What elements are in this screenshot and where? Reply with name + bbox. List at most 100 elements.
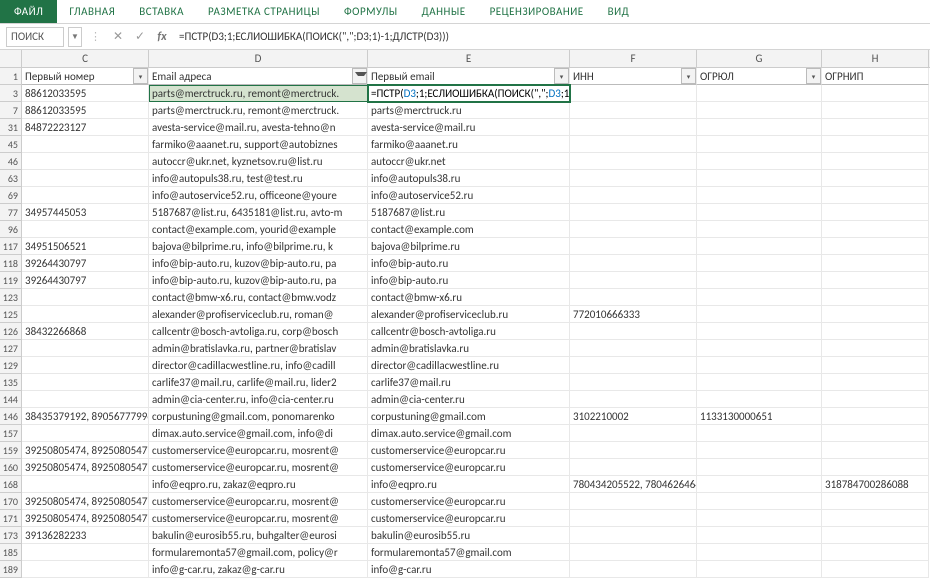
- col-header-H[interactable]: H: [822, 50, 929, 67]
- filter-icon[interactable]: ▾: [554, 68, 569, 84]
- row-header[interactable]: 160: [0, 459, 22, 476]
- cell[interactable]: 39250805474, 89250805477: [22, 459, 149, 476]
- cell[interactable]: [822, 85, 929, 102]
- formula-input[interactable]: [175, 27, 924, 47]
- row-header[interactable]: 129: [0, 357, 22, 374]
- row-header[interactable]: 159: [0, 442, 22, 459]
- cell[interactable]: info@bip-auto.ru, kuzov@bip-auto.ru, pa: [149, 255, 368, 272]
- cell[interactable]: [570, 357, 697, 374]
- cell[interactable]: 38435379192, 89056777996,: [22, 408, 149, 425]
- row-header[interactable]: 45: [0, 136, 22, 153]
- cell[interactable]: [697, 272, 822, 289]
- row-header[interactable]: 125: [0, 306, 22, 323]
- row-header[interactable]: 168: [0, 476, 22, 493]
- cell[interactable]: [570, 493, 697, 510]
- table-header-cell[interactable]: ОГРНИП: [822, 68, 929, 85]
- cell[interactable]: [570, 340, 697, 357]
- cell[interactable]: [822, 425, 929, 442]
- row-header[interactable]: 31: [0, 119, 22, 136]
- name-box-input[interactable]: [6, 27, 64, 47]
- cell[interactable]: [570, 272, 697, 289]
- ribbon-tab-page-layout[interactable]: РАЗМЕТКА СТРАНИЦЫ: [196, 5, 332, 18]
- cell[interactable]: 39250805474, 89250805477: [22, 442, 149, 459]
- cell[interactable]: [822, 374, 929, 391]
- cell[interactable]: 39250805474, 89250805477: [22, 493, 149, 510]
- cell[interactable]: director@cadillacwestline.ru: [368, 357, 570, 374]
- cell[interactable]: [570, 374, 697, 391]
- cell[interactable]: info@autopuls38.ru: [368, 170, 570, 187]
- cell[interactable]: 39264430797: [22, 255, 149, 272]
- cell[interactable]: [570, 425, 697, 442]
- ribbon-tab-home[interactable]: ГЛАВНАЯ: [57, 5, 127, 18]
- cell[interactable]: [697, 544, 822, 561]
- cell[interactable]: callcentr@bosch-avtoliga.ru, corp@bosch: [149, 323, 368, 340]
- cell[interactable]: [570, 85, 697, 102]
- cell[interactable]: alexander@profiserviceclub.ru: [368, 306, 570, 323]
- cell[interactable]: [697, 323, 822, 340]
- cell[interactable]: customerservice@europcar.ru: [368, 493, 570, 510]
- cell[interactable]: contact@example.com: [368, 221, 570, 238]
- cell[interactable]: 772010666333: [570, 306, 697, 323]
- fx-icon[interactable]: fx: [153, 28, 171, 46]
- row-header[interactable]: 173: [0, 527, 22, 544]
- ribbon-tab-insert[interactable]: ВСТАВКА: [127, 5, 196, 18]
- col-header-E[interactable]: E: [368, 50, 570, 67]
- row-header[interactable]: 69: [0, 187, 22, 204]
- cell[interactable]: [697, 102, 822, 119]
- cell[interactable]: farmiko@aaanet.ru: [368, 136, 570, 153]
- row-header[interactable]: 77: [0, 204, 22, 221]
- filter-icon[interactable]: ▾: [806, 68, 821, 84]
- cell[interactable]: [822, 170, 929, 187]
- row-header[interactable]: 3: [0, 85, 22, 102]
- cell[interactable]: [570, 170, 697, 187]
- cell[interactable]: [697, 493, 822, 510]
- cell[interactable]: admin@cia-center.ru, info@cia-center.ru: [149, 391, 368, 408]
- cell[interactable]: [697, 357, 822, 374]
- cell[interactable]: 5187687@list.ru: [368, 204, 570, 221]
- table-header-cell[interactable]: Первый email▾: [368, 68, 570, 85]
- cell[interactable]: customerservice@europcar.ru: [368, 459, 570, 476]
- cell[interactable]: avesta-service@mail.ru: [368, 119, 570, 136]
- cell[interactable]: customerservice@europcar.ru, mosrent@: [149, 459, 368, 476]
- cell[interactable]: [570, 187, 697, 204]
- ribbon-tab-view[interactable]: ВИД: [596, 5, 642, 18]
- cell[interactable]: info@autopuls38.ru, test@test.ru: [149, 170, 368, 187]
- cell[interactable]: formularemonta57@gmail.com: [368, 544, 570, 561]
- cell[interactable]: [822, 459, 929, 476]
- cell[interactable]: [22, 187, 149, 204]
- cell[interactable]: [22, 544, 149, 561]
- cell[interactable]: [697, 510, 822, 527]
- cell[interactable]: contact@bmw-x6.ru: [368, 289, 570, 306]
- cell[interactable]: [822, 204, 929, 221]
- cell[interactable]: bajova@bilprime.ru: [368, 238, 570, 255]
- cell[interactable]: 39264430797: [22, 272, 149, 289]
- cell[interactable]: 34951506521: [22, 238, 149, 255]
- cell[interactable]: callcentr@bosch-avtoliga.ru: [368, 323, 570, 340]
- cell[interactable]: [570, 289, 697, 306]
- ribbon-tab-data[interactable]: ДАННЫЕ: [410, 5, 478, 18]
- cell[interactable]: [697, 221, 822, 238]
- cell[interactable]: [697, 340, 822, 357]
- cell[interactable]: carlife37@mail.ru, carlife@mail.ru, lide…: [149, 374, 368, 391]
- cell[interactable]: [570, 323, 697, 340]
- cell[interactable]: [822, 255, 929, 272]
- cell[interactable]: [570, 255, 697, 272]
- row-header[interactable]: 1: [0, 68, 22, 85]
- cell[interactable]: [22, 289, 149, 306]
- cell[interactable]: [697, 476, 822, 493]
- row-header[interactable]: 7: [0, 102, 22, 119]
- cell[interactable]: [822, 272, 929, 289]
- cell[interactable]: [697, 391, 822, 408]
- row-header[interactable]: 46: [0, 153, 22, 170]
- row-header[interactable]: 119: [0, 272, 22, 289]
- cell[interactable]: [697, 255, 822, 272]
- cell[interactable]: 318784700286088: [822, 476, 929, 493]
- table-header-cell[interactable]: Первый номер▾: [22, 68, 149, 85]
- cell[interactable]: alexander@profiserviceclub.ru, roman@: [149, 306, 368, 323]
- cell[interactable]: [822, 391, 929, 408]
- ribbon-file-tab[interactable]: ФАЙЛ: [0, 0, 57, 23]
- cell[interactable]: autoccr@ukr.net: [368, 153, 570, 170]
- filter-icon[interactable]: [352, 68, 367, 84]
- cell[interactable]: 3102210002: [570, 408, 697, 425]
- cell[interactable]: [697, 85, 822, 102]
